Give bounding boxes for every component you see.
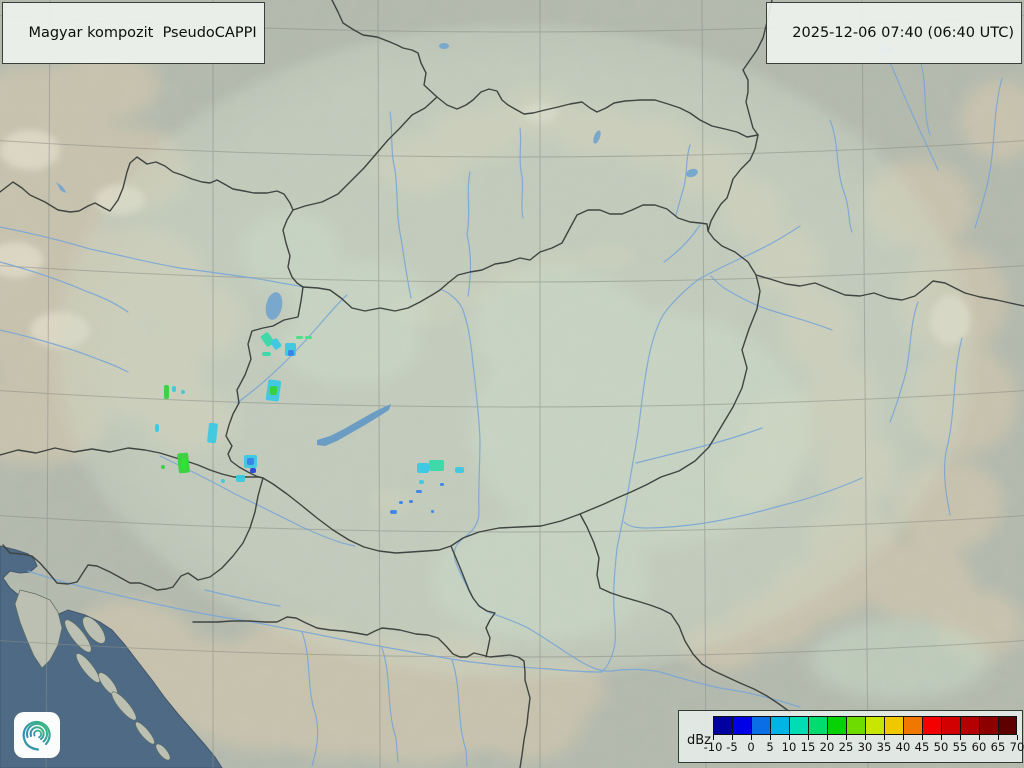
legend-color-cell <box>865 716 884 735</box>
radar-map-screen: Magyar kompozit PseudoCAPPI 2025-12-06 0… <box>0 0 1024 768</box>
legend-tick-label: 5 <box>766 740 773 754</box>
legend-color-cell <box>713 716 732 735</box>
product-title-box: Magyar kompozit PseudoCAPPI <box>2 2 265 64</box>
legend-tick-label: 40 <box>896 740 911 754</box>
legend-tick-label: 55 <box>953 740 968 754</box>
legend-tick-label: 30 <box>858 740 873 754</box>
legend-colorbar <box>713 716 1017 735</box>
legend-tick-label: 70 <box>1010 740 1024 754</box>
legend-color-cell <box>846 716 865 735</box>
legend-tick-label: 35 <box>877 740 892 754</box>
legend-tick-label: 25 <box>839 740 854 754</box>
hungaromet-logo <box>14 712 60 758</box>
legend-color-cell <box>960 716 979 735</box>
legend-tick-label: 65 <box>991 740 1006 754</box>
legend-tick-label: 15 <box>801 740 816 754</box>
legend-tick-label: -10 <box>704 740 723 754</box>
legend-tick-label: 20 <box>820 740 835 754</box>
legend-color-cell <box>922 716 941 735</box>
legend-color-cell <box>884 716 903 735</box>
terrain-speckle-texture <box>0 0 1024 768</box>
legend-color-cell <box>941 716 960 735</box>
product-title: Magyar kompozit PseudoCAPPI <box>28 25 256 41</box>
timestamp-box: 2025-12-06 07:40 (06:40 UTC) <box>766 2 1022 64</box>
legend-color-cell <box>770 716 789 735</box>
legend-color-cell <box>998 716 1017 735</box>
legend-tick-label: -5 <box>726 740 737 754</box>
legend-color-cell <box>751 716 770 735</box>
legend-tick-label: 50 <box>934 740 949 754</box>
legend-color-cell <box>827 716 846 735</box>
legend-tick-label: 10 <box>782 740 797 754</box>
base-map <box>0 0 1024 768</box>
legend-color-cell <box>979 716 998 735</box>
timestamp: 2025-12-06 07:40 (06:40 UTC) <box>792 25 1014 41</box>
legend-tick-label: 60 <box>972 740 987 754</box>
legend-color-cell <box>903 716 922 735</box>
dbz-legend: dBz -10-50510152025303540455055606570 <box>678 710 1023 763</box>
legend-color-cell <box>732 716 751 735</box>
legend-tick-label: 0 <box>747 740 754 754</box>
legend-color-cell <box>808 716 827 735</box>
legend-color-cell <box>789 716 808 735</box>
legend-tick-label: 45 <box>915 740 930 754</box>
